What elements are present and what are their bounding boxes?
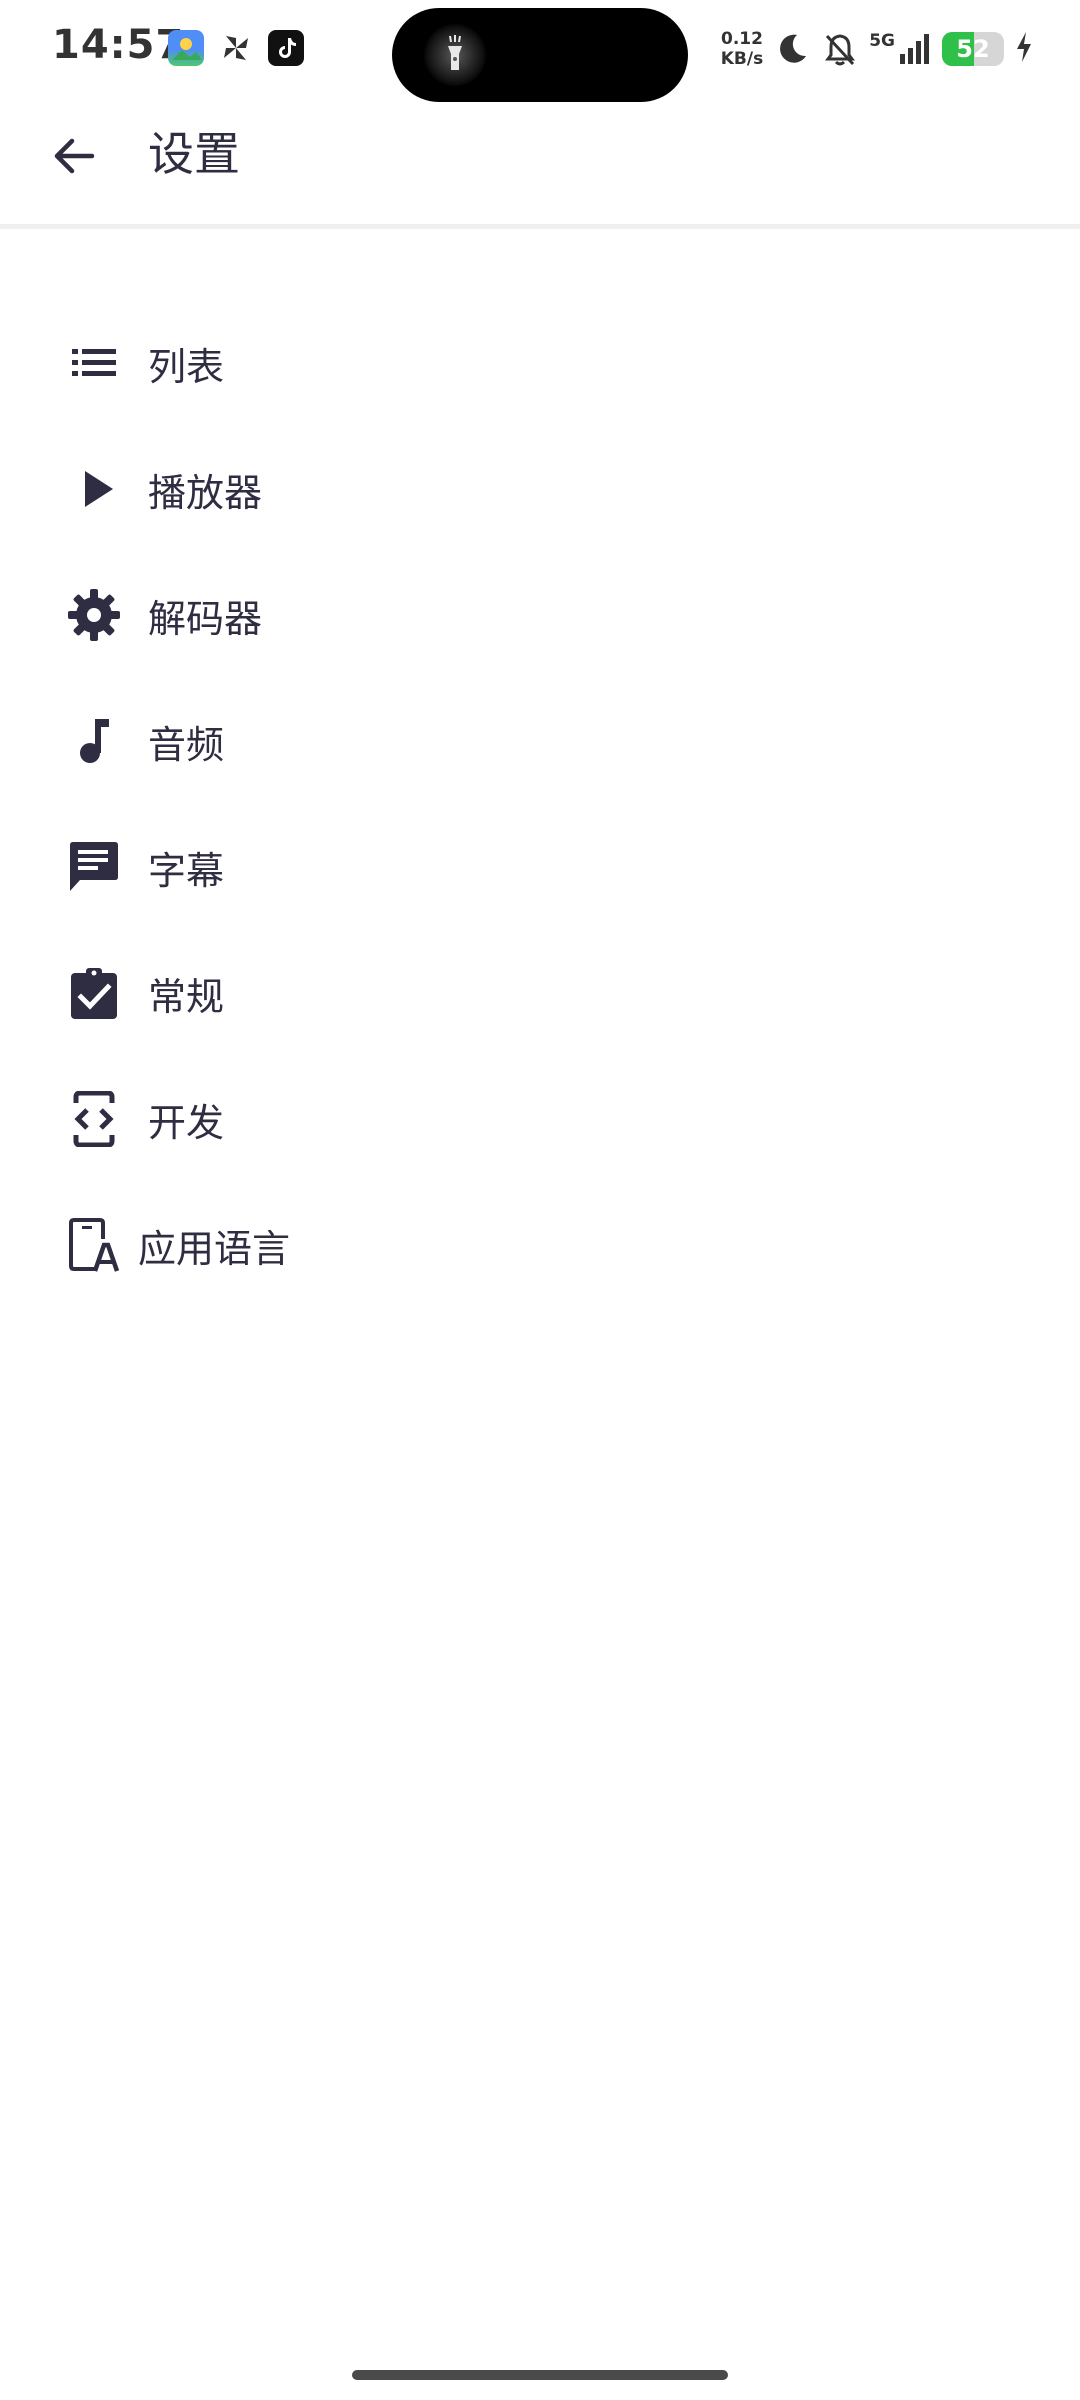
settings-item-general[interactable]: 常规 bbox=[0, 930, 1080, 1056]
network-type: 5G bbox=[869, 31, 895, 51]
clipboard-check-icon bbox=[64, 963, 124, 1023]
status-icons: 0.12 KB/s 5G 52 bbox=[721, 24, 1034, 74]
settings-item-list[interactable]: 列表 bbox=[0, 300, 1080, 426]
network-speed-value: 0.12 bbox=[720, 29, 763, 49]
settings-item-label: 播放器 bbox=[148, 470, 263, 515]
status-time: 14:57 bbox=[52, 22, 185, 68]
network-speed-unit: KB/s bbox=[720, 49, 764, 69]
settings-item-label: 字幕 bbox=[148, 848, 225, 893]
settings-item-label: 开发 bbox=[148, 1100, 225, 1145]
settings-item-label: 列表 bbox=[148, 344, 225, 389]
status-bar: 14:57 0.12 KB/s 5G 52 bbox=[0, 0, 1080, 102]
notification-icons bbox=[168, 30, 304, 66]
app-bar: 设置 bbox=[0, 100, 1080, 229]
signal-icon bbox=[900, 34, 929, 64]
music-note-icon bbox=[64, 711, 124, 771]
gallery-icon bbox=[168, 30, 204, 66]
settings-item-audio[interactable]: 音频 bbox=[0, 678, 1080, 804]
settings-list: 列表 播放器 解码器 音频 字幕 常规 开发 应用语言 bbox=[0, 300, 1080, 1308]
play-icon bbox=[64, 459, 124, 519]
settings-item-label: 音频 bbox=[148, 722, 225, 767]
battery-level: 52 bbox=[956, 35, 990, 63]
app-language-icon bbox=[64, 1215, 124, 1275]
settings-item-label: 解码器 bbox=[148, 596, 263, 641]
charging-icon bbox=[1014, 30, 1034, 68]
subtitles-icon bbox=[64, 837, 124, 897]
gesture-nav-handle[interactable] bbox=[352, 2370, 728, 2380]
dynamic-island bbox=[392, 8, 688, 102]
settings-item-decoder[interactable]: 解码器 bbox=[0, 552, 1080, 678]
page-title: 设置 bbox=[148, 127, 240, 181]
list-icon bbox=[64, 333, 124, 393]
settings-item-developer[interactable]: 开发 bbox=[0, 1056, 1080, 1182]
gear-icon bbox=[64, 585, 124, 645]
battery-indicator: 52 bbox=[942, 32, 1004, 66]
bell-off-icon bbox=[821, 30, 859, 68]
arrow-back-icon bbox=[54, 138, 95, 174]
developer-icon bbox=[64, 1089, 124, 1149]
settings-item-subtitles[interactable]: 字幕 bbox=[0, 804, 1080, 930]
back-button[interactable] bbox=[40, 122, 108, 190]
settings-item-label: 常规 bbox=[148, 974, 225, 1019]
tiktok-icon bbox=[268, 30, 304, 66]
network-speed: 0.12 KB/s bbox=[721, 29, 763, 69]
settings-item-app-language[interactable]: 应用语言 bbox=[0, 1182, 1080, 1308]
moon-icon bbox=[773, 30, 811, 68]
pinwheel-icon bbox=[218, 30, 254, 66]
signal-indicator: 5G bbox=[869, 32, 932, 66]
settings-item-player[interactable]: 播放器 bbox=[0, 426, 1080, 552]
flashlight-icon bbox=[424, 24, 486, 86]
settings-item-label: 应用语言 bbox=[138, 1226, 291, 1271]
